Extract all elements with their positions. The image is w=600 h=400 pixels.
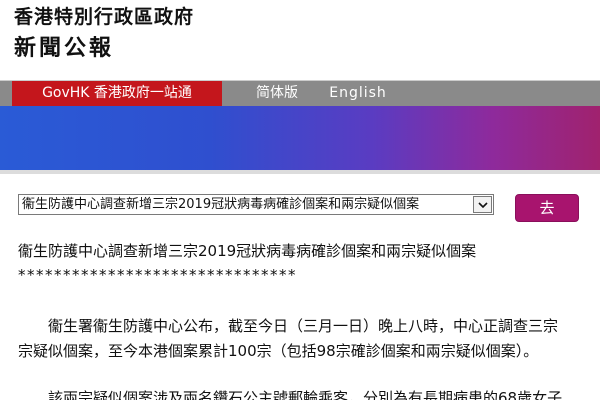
nav-link-simplified-chinese[interactable]: 简体版 bbox=[250, 81, 304, 106]
nav-link-english[interactable]: English bbox=[322, 81, 394, 106]
article-paragraph-1-line-1: 衞生署衞生防護中心公布，截至今日（三月一日）晚上八時，中心正調查三宗 bbox=[18, 317, 559, 335]
select-dropdown-button[interactable] bbox=[473, 196, 492, 213]
press-release-select[interactable]: 衞生防護中心調查新增三宗2019冠狀病毒病確診個案和兩宗疑似個案 bbox=[18, 194, 494, 215]
chevron-down-icon bbox=[478, 202, 488, 209]
go-button[interactable]: 去 bbox=[515, 194, 579, 222]
banner-divider bbox=[0, 170, 600, 174]
nav-link-govhk[interactable]: GovHK 香港政府一站通 bbox=[12, 81, 222, 106]
top-nav-bar: GovHK 香港政府一站通 简体版 English bbox=[0, 80, 600, 106]
government-name: 香港特別行政區政府 bbox=[14, 6, 195, 28]
article-paragraph-1: 衞生署衞生防護中心公布，截至今日（三月一日）晚上八時，中心正調查三宗 宗疑似個案… bbox=[18, 314, 600, 364]
article-paragraph-2: 該兩宗疑似個案涉及兩名鑽石公主號郵輪乘客，分別為有長期病患的68歲女子 bbox=[18, 389, 563, 400]
press-release-page: 香港特別行政區政府 新聞公報 GovHK 香港政府一站通 简体版 English… bbox=[0, 0, 600, 400]
press-release-select-value: 衞生防護中心調查新增三宗2019冠狀病毒病確診個案和兩宗疑似個案 bbox=[22, 197, 420, 212]
site-header: 香港特別行政區政府 新聞公報 bbox=[0, 0, 600, 80]
header-banner bbox=[0, 106, 600, 170]
article-heading: 衞生防護中心調查新增三宗2019冠狀病毒病確診個案和兩宗疑似個案 bbox=[18, 242, 477, 260]
article-divider: ******************************* bbox=[18, 266, 297, 284]
article-paragraph-1-line-2: 宗疑似個案，至今本港個案累計100宗（包括98宗確診個案和兩宗疑似個案）。 bbox=[18, 342, 539, 360]
press-release-title: 新聞公報 bbox=[14, 36, 115, 61]
